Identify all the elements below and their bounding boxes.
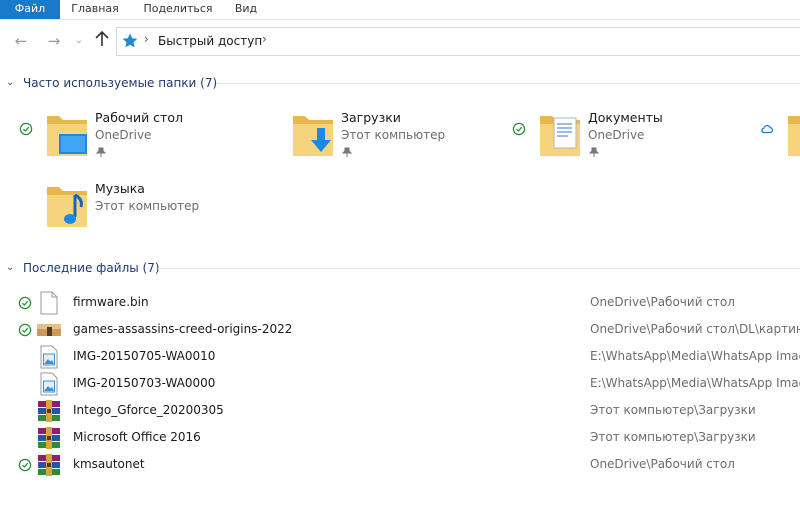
music-folder-icon [47, 187, 87, 227]
image-file-icon [40, 372, 58, 396]
downloads-folder-icon [293, 116, 333, 156]
file-name: kmsautonet [73, 457, 145, 471]
folder-location: OneDrive [95, 128, 152, 142]
list-item[interactable]: firmware.bin OneDrive\Рабочий стол [18, 290, 800, 316]
tab-view[interactable]: Вид [226, 0, 266, 19]
file-name: games-assassins-creed-origins-2022 [73, 322, 293, 336]
frequent-folders-header[interactable]: ⌄ Часто используемые папки (7) [6, 75, 217, 91]
folder-name: Документы [588, 110, 663, 125]
file-path: Этот компьютер\Загрузки [590, 403, 756, 417]
sync-status-icon [18, 323, 32, 337]
breadcrumb-chevron-icon[interactable]: › [262, 32, 267, 46]
recent-locations-chevron-icon[interactable]: ⌄ [69, 31, 89, 51]
archive-icon [38, 427, 60, 449]
file-path: OneDrive\Рабочий стол [590, 295, 735, 309]
folder-icon [788, 116, 800, 156]
file-path: E:\WhatsApp\Media\WhatsApp Images [590, 349, 800, 363]
section-divider [217, 83, 800, 84]
tab-file[interactable]: Файл [0, 0, 60, 19]
list-item[interactable]: Microsoft Office 2016 Этот компьютер\Заг… [18, 425, 800, 451]
archive-icon [38, 454, 60, 476]
file-path: Этот компьютер\Загрузки [590, 430, 756, 444]
folder-location: OneDrive [588, 128, 645, 142]
archive-icon [38, 400, 60, 422]
breadcrumb-quick-access[interactable]: Быстрый доступ [158, 34, 262, 48]
forward-icon[interactable]: → [44, 31, 64, 51]
quick-access-star-icon [122, 33, 138, 48]
collapse-chevron-icon[interactable]: ⌄ [6, 260, 18, 276]
folder-location: Этот компьютер [341, 128, 446, 142]
image-thumbnail-icon [37, 324, 61, 336]
sync-status-icon [18, 296, 32, 310]
folder-tile-documents[interactable]: Документы OneDrive [512, 110, 752, 170]
recent-files-header[interactable]: ⌄ Последние файлы (7) [6, 260, 160, 276]
folder-name: Загрузки [341, 110, 401, 125]
folder-tile-desktop[interactable]: Рабочий стол OneDrive [19, 110, 259, 170]
list-item[interactable]: kmsautonet OneDrive\Рабочий стол [18, 452, 800, 478]
list-item[interactable]: games-assassins-creed-origins-2022 OneDr… [18, 317, 800, 343]
folder-name: Музыка [95, 181, 145, 196]
sync-status-icon [18, 458, 32, 472]
documents-folder-icon [540, 116, 580, 156]
tab-share[interactable]: Поделиться [130, 0, 226, 19]
sync-status-icon [19, 122, 33, 136]
collapse-chevron-icon[interactable]: ⌄ [6, 75, 18, 91]
up-icon[interactable] [92, 30, 112, 51]
back-icon[interactable]: ← [11, 31, 31, 51]
folder-tile-partial[interactable] [760, 110, 800, 170]
pin-icon [96, 147, 106, 157]
file-name: IMG-20150705-WA0010 [73, 349, 216, 363]
folder-tile-downloads[interactable]: Загрузки Этот компьютер [265, 110, 505, 170]
breadcrumb-chevron-icon[interactable]: › [144, 32, 149, 46]
cloud-status-icon [761, 125, 773, 134]
ribbon: Файл Главная Поделиться Вид [0, 0, 800, 20]
file-path: E:\WhatsApp\Media\WhatsApp Images [590, 376, 800, 390]
sync-status-icon [512, 122, 526, 136]
desktop-folder-icon [47, 116, 87, 156]
file-name: Microsoft Office 2016 [73, 430, 201, 444]
pin-icon [342, 147, 352, 157]
section-divider [158, 268, 800, 269]
folder-location: Этот компьютер [95, 199, 200, 213]
list-item[interactable]: IMG-20150703-WA0000 E:\WhatsApp\Media\Wh… [18, 371, 800, 397]
image-file-icon [40, 345, 58, 369]
address-bar[interactable]: › Быстрый доступ › [116, 27, 800, 56]
file-name: IMG-20150703-WA0000 [73, 376, 216, 390]
tab-home[interactable]: Главная [62, 0, 128, 19]
folder-tile-music[interactable]: Музыка Этот компьютер [19, 181, 259, 241]
list-item[interactable]: Intego_Gforce_20200305 Этот компьютер\За… [18, 398, 800, 424]
file-path: OneDrive\Рабочий стол\DL\картинки [590, 322, 800, 336]
list-item[interactable]: IMG-20150705-WA0010 E:\WhatsApp\Media\Wh… [18, 344, 800, 370]
file-icon [40, 291, 58, 315]
folder-name: Рабочий стол [95, 110, 183, 125]
pin-icon [589, 147, 599, 157]
file-path: OneDrive\Рабочий стол [590, 457, 735, 471]
file-name: Intego_Gforce_20200305 [73, 403, 224, 417]
file-name: firmware.bin [73, 295, 149, 309]
